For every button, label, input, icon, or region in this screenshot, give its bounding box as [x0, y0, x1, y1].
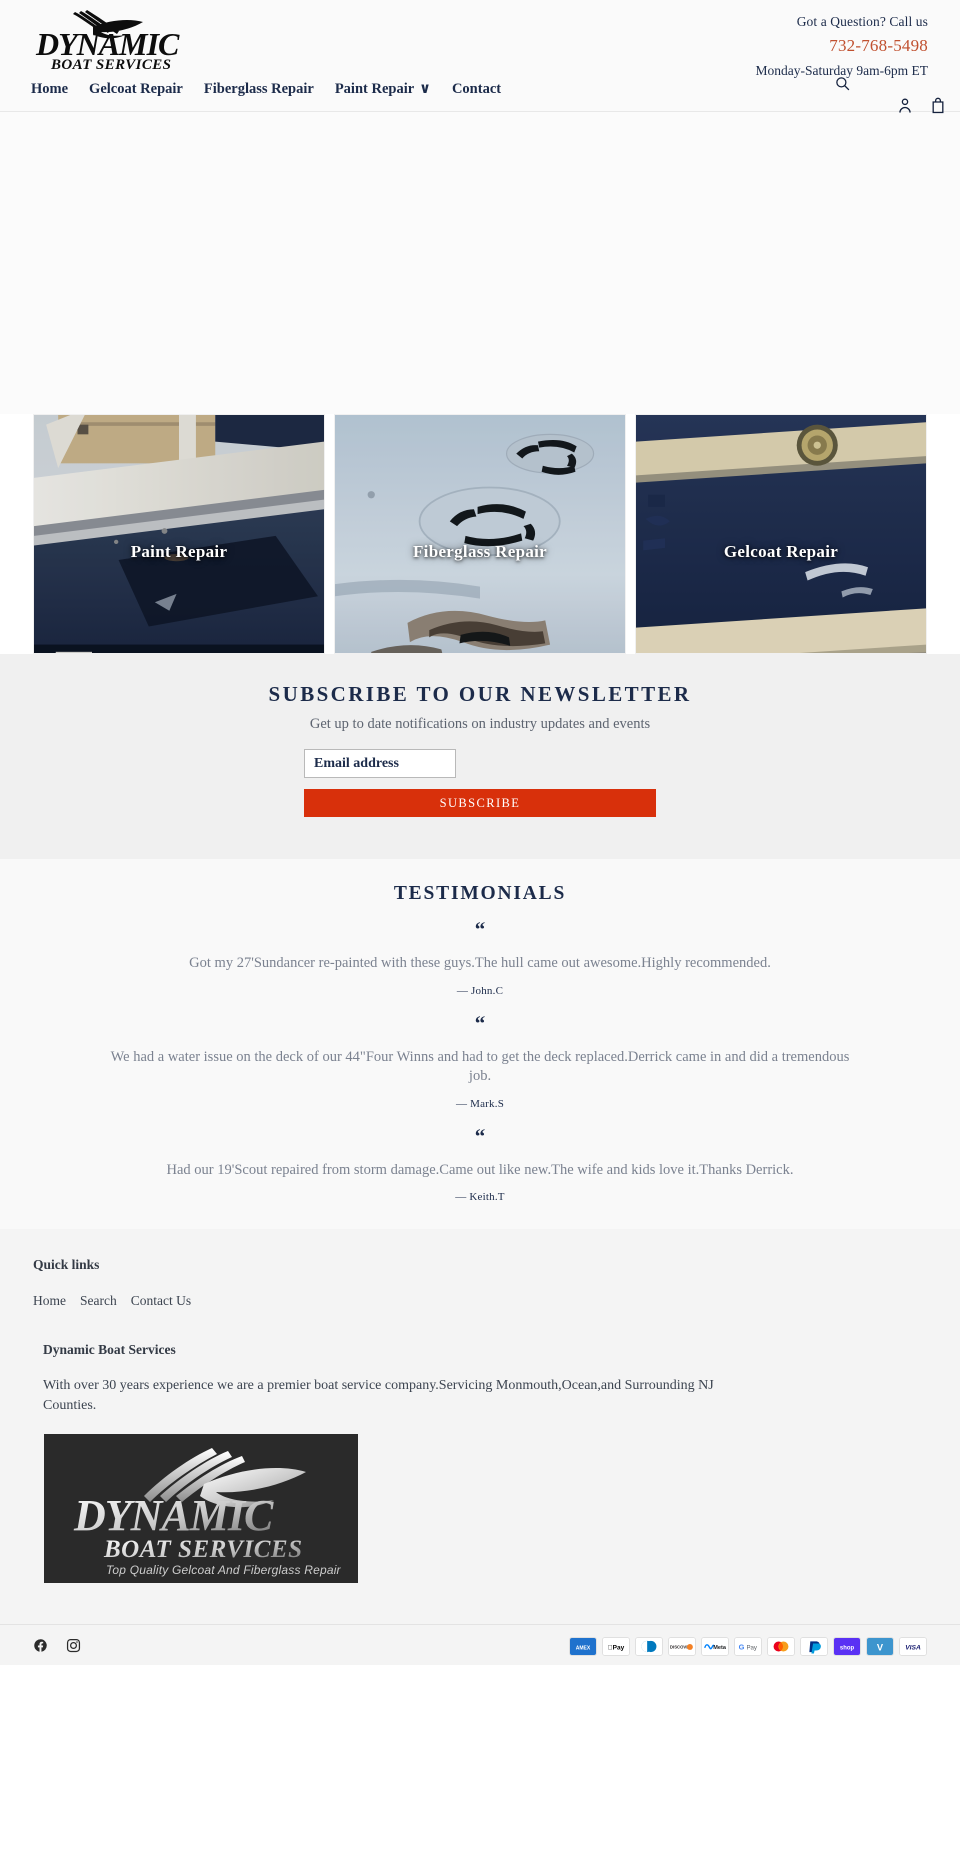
svg-text:VISA: VISA: [905, 1645, 921, 1652]
contact-prompt: Got a Question? Call us: [796, 14, 928, 29]
phone-link[interactable]: 732-768-5498: [756, 33, 928, 59]
payment-icon-visa: VISA: [899, 1637, 927, 1657]
service-card-gelcoat-repair[interactable]: Gelcoat Repair: [635, 414, 927, 654]
payment-icon-amex: AMEX: [569, 1637, 597, 1657]
paint-repair-photo: [34, 415, 324, 653]
newsletter-section: SUBSCRIBE TO OUR NEWSLETTER Get up to da…: [0, 654, 960, 859]
svg-text:Meta: Meta: [713, 1645, 727, 1651]
newsletter-subtitle: Get up to date notifications on industry…: [309, 716, 651, 732]
svg-text:V: V: [877, 1642, 884, 1652]
email-input[interactable]: [304, 749, 456, 778]
subscribe-button[interactable]: SUBSCRIBE: [304, 789, 656, 817]
main-navigation: Home Gelcoat Repair Fiberglass Repair Pa…: [31, 80, 501, 98]
service-card-paint-repair[interactable]: Paint Repair: [33, 414, 325, 654]
account-icon[interactable]: [898, 98, 912, 114]
quick-links-heading: Quick links: [33, 1257, 100, 1273]
newsletter-form: SUBSCRIBE: [304, 749, 656, 817]
quick-links-nav: Home Search Contact Us: [33, 1293, 927, 1309]
payment-icon-meta-pay: Meta: [701, 1637, 729, 1657]
nav-item-fiberglass-repair[interactable]: Fiberglass Repair: [204, 81, 314, 98]
svg-text:BOAT SERVICES: BOAT SERVICES: [50, 57, 171, 73]
social-links: [33, 1638, 81, 1653]
search-icon[interactable]: [835, 76, 850, 91]
quote-icon: “: [474, 917, 486, 941]
site-header: DYNAMIC BOAT SERVICES Got a Question? Ca…: [0, 0, 960, 114]
business-name: Dynamic Boat Services: [43, 1342, 176, 1358]
testimonial-author: — Mark.S: [455, 1097, 505, 1110]
facebook-icon[interactable]: [33, 1638, 48, 1653]
header-icon-group: [800, 72, 960, 114]
testimonial-item: “ We had a water issue on the deck of ou…: [0, 1010, 960, 1110]
svg-text:DYNAMIC: DYNAMIC: [73, 1491, 274, 1540]
svg-text:Top Quality Gelcoat And Fiberg: Top Quality Gelcoat And Fiberglass Repai…: [106, 1563, 342, 1577]
cart-icon[interactable]: [931, 97, 945, 114]
nav-label: Gelcoat Repair: [89, 80, 183, 97]
nav-item-home[interactable]: Home: [31, 81, 68, 98]
testimonial-text: Had our 19'Scout repaired from storm dam…: [166, 1161, 794, 1178]
testimonials-title: TESTIMONIALS: [393, 883, 567, 904]
gelcoat-repair-photo: [636, 415, 926, 653]
svg-text:G: G: [739, 1643, 745, 1652]
svg-text:shop: shop: [840, 1646, 855, 1652]
nav-item-paint-repair[interactable]: Paint Repair ∨: [335, 80, 431, 98]
testimonial-text: We had a water issue on the deck of our …: [110, 1048, 850, 1084]
payment-icon-diners-club: [635, 1637, 663, 1657]
svg-text:Pay: Pay: [746, 1645, 757, 1652]
footer-logo-graphic: DYNAMIC BOAT SERVICES Top Quality Gelcoa…: [44, 1434, 358, 1584]
service-card-label: Paint Repair: [130, 542, 228, 561]
hero-banner: [0, 112, 960, 414]
business-description: With over 30 years experience we are a p…: [43, 1378, 714, 1414]
footer-bottom-bar: AMEX Pay DISCOVER Meta GPay: [0, 1624, 960, 1665]
nav-item-contact[interactable]: Contact: [452, 81, 501, 98]
service-card-label: Fiberglass Repair: [412, 542, 547, 561]
quote-icon: “: [474, 1123, 486, 1148]
chevron-down-icon: ∨: [419, 81, 431, 97]
quote-icon: “: [474, 1010, 486, 1035]
quick-link-home[interactable]: Home: [33, 1293, 66, 1309]
nav-label: Fiberglass Repair: [203, 80, 314, 97]
payment-icon-mastercard: [767, 1637, 795, 1657]
nav-label: Home: [31, 80, 69, 97]
testimonial-item: “ Had our 19'Scout repaired from storm d…: [0, 1123, 960, 1204]
service-card-label: Gelcoat Repair: [723, 542, 839, 561]
payment-icon-discover: DISCOVER: [668, 1637, 696, 1657]
payment-methods: AMEX Pay DISCOVER Meta GPay: [569, 1637, 927, 1657]
svg-text:Pay: Pay: [608, 1645, 625, 1652]
header-contact-block: Got a Question? Call us 732-768-5498 Mon…: [756, 12, 928, 81]
newsletter-title: SUBSCRIBE TO OUR NEWSLETTER: [268, 682, 692, 706]
testimonials-section: TESTIMONIALS “ Got my 27'Sundancer re-pa…: [0, 859, 960, 1230]
payment-icon-venmo: V: [866, 1637, 894, 1657]
testimonial-item: “ Got my 27'Sundancer re-painted with th…: [0, 919, 960, 997]
quick-link-search[interactable]: Search: [80, 1293, 117, 1309]
nav-item-gelcoat-repair[interactable]: Gelcoat Repair: [89, 81, 183, 98]
testimonial-author: — Keith.T: [455, 1191, 505, 1204]
service-cards: Paint Repair Fiberglass Repair Gelcoat R…: [0, 414, 960, 654]
quick-link-contact-us[interactable]: Contact Us: [131, 1293, 191, 1309]
nav-label: Contact: [451, 80, 502, 97]
payment-icon-google-pay: G Pay: [734, 1637, 762, 1657]
payment-icon-shop-pay: shop: [833, 1637, 861, 1657]
service-card-fiberglass-repair[interactable]: Fiberglass Repair: [334, 414, 626, 654]
fiberglass-repair-photo: [335, 415, 625, 653]
site-footer: Quick links Home Search Contact Us Dynam…: [0, 1229, 960, 1666]
logo-graphic: DYNAMIC BOAT SERVICES: [35, 10, 181, 73]
svg-text:AMEX: AMEX: [576, 1645, 591, 1651]
testimonial-author: — John.C: [456, 984, 504, 997]
svg-text:BOAT SERVICES: BOAT SERVICES: [103, 1536, 303, 1563]
testimonial-text: Got my 27'Sundancer re-painted with thes…: [189, 955, 771, 971]
payment-icon-apple-pay: Pay: [602, 1637, 630, 1657]
footer-logo-image: DYNAMIC BOAT SERVICES Top Quality Gelcoa…: [44, 1434, 358, 1584]
instagram-icon[interactable]: [66, 1638, 81, 1653]
nav-label: Paint Repair: [334, 80, 415, 97]
payment-icon-paypal: [800, 1637, 828, 1657]
footer-content: Quick links Home Search Contact Us Dynam…: [0, 1257, 960, 1584]
site-logo[interactable]: DYNAMIC BOAT SERVICES: [31, 8, 201, 74]
